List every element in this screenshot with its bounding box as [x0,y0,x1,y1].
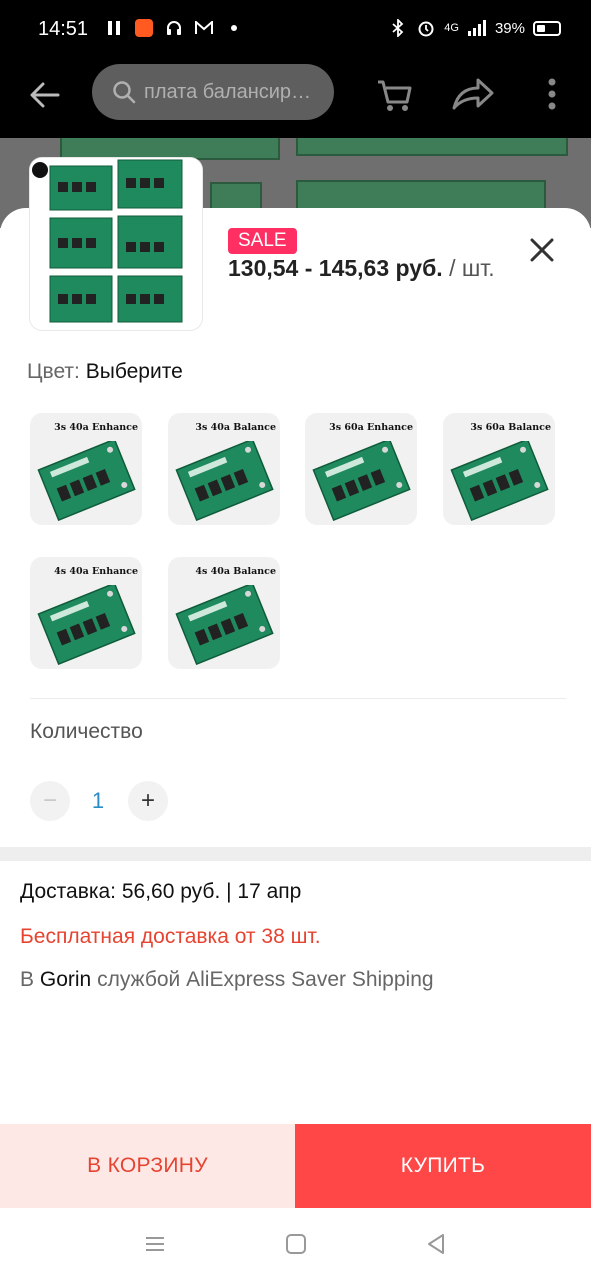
price-value: 130,54 - 145,63 руб. [228,255,443,281]
color-option[interactable]: 4s 40a Enhance [30,557,142,669]
pcb-board-image [450,441,549,521]
color-option[interactable]: 3s 60a Balance [443,413,555,525]
quantity-value[interactable]: 1 [88,788,108,814]
price-unit: / шт. [449,255,495,281]
back-arrow-icon[interactable] [28,78,64,114]
notification-icons [104,18,244,38]
add-to-cart-button[interactable]: В КОРЗИНУ [0,1124,295,1208]
system-icons: 4G 39% [388,18,561,38]
sku-selector-sheet [0,208,591,1208]
quantity-label: Количество [30,720,143,743]
color-option-label: 3s 60a Enhance [329,422,413,433]
color-option[interactable]: 3s 40a Enhance [30,413,142,525]
pause-icon [104,18,124,38]
color-option[interactable]: 3s 40a Balance [168,413,280,525]
pcb-board-image [175,441,274,521]
headset-icon [164,18,184,38]
color-option-label: 3s 40a Enhance [54,422,138,433]
share-icon[interactable] [452,74,494,114]
quantity-increase-button[interactable]: + [128,781,168,821]
search-icon [113,81,136,104]
gmail-icon [194,18,214,38]
dot-icon [224,18,244,38]
divider [30,698,566,699]
more-menu-icon[interactable] [532,74,572,114]
close-icon[interactable] [524,232,560,268]
status-bar: 14:51 4G 39% [0,0,591,60]
home-icon[interactable] [284,1232,308,1256]
system-navigation-bar [0,1208,591,1280]
color-option-label: 3s 60a Balance [470,422,551,433]
signal-icon [467,18,487,38]
pcb-board-image [312,441,411,521]
alarm-icon [416,18,436,38]
color-option[interactable]: 3s 60a Enhance [305,413,417,525]
status-time: 14:51 [38,18,89,40]
aliexpress-notification-icon [134,18,154,38]
search-placeholder: плата балансир… [144,80,312,103]
price-range: 130,54 - 145,63 руб. / шт. [228,255,495,282]
shipping-route: В Gorin службой AliExpress Saver Shippin… [20,968,434,991]
quantity-decrease-button[interactable]: − [30,781,70,821]
section-separator [0,847,591,861]
battery-icon [533,20,561,36]
battery-percent: 39% [494,19,525,37]
back-icon[interactable] [424,1232,448,1256]
color-option-label: 4s 40a Enhance [54,566,138,577]
free-delivery-note: Бесплатная доставка от 38 шт. [20,925,321,948]
color-option-label: 4s 40a Balance [195,566,276,577]
cart-icon[interactable] [374,74,414,114]
pcb-board-image [37,585,136,665]
color-option-label: 3s 40a Balance [195,422,276,433]
network-type: 4G [444,21,459,34]
sale-badge: SALE [228,228,297,254]
selected-product-thumbnail[interactable] [30,158,202,330]
buy-now-button[interactable]: КУПИТЬ [295,1124,591,1208]
shipping-destination[interactable]: Gorin [40,968,91,991]
pcb-board-image [37,441,136,521]
app-header: плата балансир… [0,60,591,138]
pcb-board-image [175,585,274,665]
delivery-cost: Доставка: 56,60 руб. | 17 апр [20,880,302,903]
color-label: Цвет: Выберите [27,360,183,383]
color-option[interactable]: 4s 40a Balance [168,557,280,669]
recent-apps-icon[interactable] [143,1232,167,1256]
search-field[interactable]: плата балансир… [92,64,334,120]
color-selection-value: Выберите [85,360,183,383]
bluetooth-icon [388,18,408,38]
